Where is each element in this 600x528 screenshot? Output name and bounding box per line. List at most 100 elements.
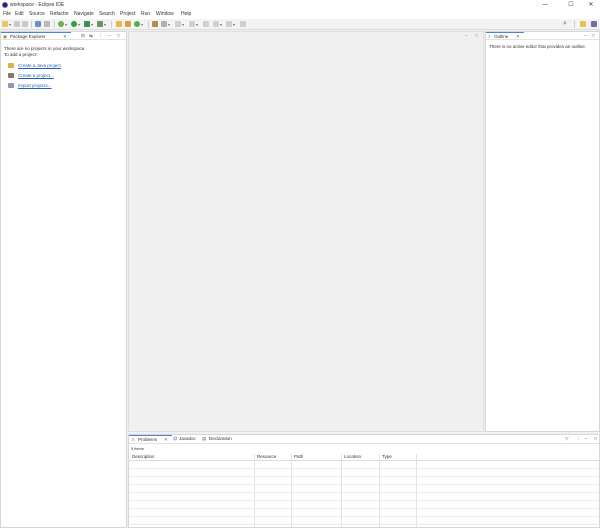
menu-help[interactable]: Help [181,11,191,17]
close-icon[interactable]: ✕ [63,33,67,40]
column-header-path[interactable]: Path [294,454,303,460]
chevron-down-icon[interactable]: ▾ [65,22,67,27]
package-explorer-tab-label: Package Explorer [10,34,46,39]
chevron-down-icon[interactable]: ▾ [78,22,80,27]
package-explorer-tab-header: ▣ Package Explorer ✕ ⊟ ⇆ ⋮ – □ [1,32,126,40]
toolbar-separator [148,21,149,28]
minimize-view-icon[interactable]: – [108,33,111,38]
tab-problems[interactable]: ⚠ Problems ✕ [129,435,172,443]
link-editor-icon[interactable]: ⇆ [89,33,93,39]
java-perspective-icon[interactable] [591,21,597,27]
view-menu-icon[interactable]: ⋮ [576,436,581,442]
no-projects-message: There are no projects in your workspace. [4,46,86,51]
previous-annotation-icon[interactable] [189,21,195,27]
maximize-editor-icon[interactable]: □ [475,33,478,38]
chevron-down-icon[interactable]: ▾ [104,22,106,27]
tab-declaration[interactable]: ▤ Declaration [202,435,242,443]
tab-outline[interactable]: ≡ Outline ✕ [486,32,524,39]
problems-tab-label: Problems [138,437,158,442]
close-icon[interactable]: ✕ [516,33,520,40]
new-package-icon[interactable] [125,21,131,27]
new-class-icon[interactable] [134,21,140,27]
tab-package-explorer[interactable]: ▣ Package Explorer ✕ [1,32,71,39]
minimize-view-icon[interactable]: – [585,436,588,441]
menu-search[interactable]: Search [99,11,115,17]
no-outline-message: There is no active editor that provides … [489,44,587,49]
import-projects-link[interactable]: Import projects... [18,83,52,88]
pin-editor-icon[interactable] [240,21,246,27]
save-all-icon[interactable] [22,21,28,27]
external-tools-icon[interactable] [97,21,103,27]
outline-tab-header: ≡ Outline ✕ – □ [486,32,599,40]
next-annotation-icon[interactable] [175,21,181,27]
menu-refactor[interactable]: Refactor [50,11,69,17]
maximize-view-icon[interactable]: □ [594,436,597,441]
maximize-button[interactable]: ☐ [562,0,580,10]
create-project-link[interactable]: Create a project... [18,73,54,78]
last-edit-location-icon[interactable] [203,21,209,27]
menu-source[interactable]: Source [29,11,45,17]
chevron-down-icon[interactable]: ▾ [91,22,93,27]
minimize-button[interactable]: — [536,0,554,10]
forward-icon[interactable] [226,21,232,27]
menu-navigate[interactable]: Navigate [74,11,94,17]
chevron-down-icon[interactable]: ▾ [220,22,222,27]
create-java-project-link[interactable]: Create a Java project [18,63,61,68]
add-project-hint: To add a project: [4,52,38,57]
menu-edit[interactable]: Edit [15,11,24,17]
chevron-down-icon[interactable]: ▾ [182,22,184,27]
chevron-down-icon[interactable]: ▾ [141,22,143,27]
chevron-down-icon[interactable]: ▾ [233,22,235,27]
table-row [129,476,599,477]
table-row [129,508,599,509]
menu-project[interactable]: Project [120,11,136,17]
menu-window[interactable]: Window [156,11,174,17]
column-header-location[interactable]: Location [344,454,361,460]
search-icon[interactable]: ⌕ [563,20,567,28]
toolbar-separator [574,21,575,28]
coverage-icon[interactable] [84,21,90,27]
toolbar-separator [54,21,55,28]
collapse-all-icon[interactable]: ⊟ [81,33,85,39]
tab-javadoc[interactable]: @ Javadoc [173,435,201,443]
package-explorer-view: ▣ Package Explorer ✕ ⊟ ⇆ ⋮ – □ There are… [0,31,127,528]
minimize-view-icon[interactable]: – [584,33,587,38]
new-icon[interactable] [2,21,8,27]
column-header-type[interactable]: Type [382,454,392,460]
outline-view: ≡ Outline ✕ – □ There is no active edito… [485,31,600,432]
open-type-icon[interactable] [152,21,158,27]
chevron-down-icon[interactable]: ▾ [196,22,198,27]
menu-run[interactable]: Run [141,11,150,17]
declaration-tab-label: Declaration [209,436,232,441]
minimize-editor-icon[interactable]: – [465,33,468,38]
title-bar: workspace - Eclipse IDE — ☐ ✕ [0,0,600,10]
new-java-project-icon[interactable] [116,21,122,27]
view-menu-icon[interactable]: ⋮ [98,33,103,39]
new-project-icon [8,73,14,78]
open-perspective-icon[interactable] [580,21,586,27]
back-icon[interactable] [213,21,219,27]
filter-icon[interactable]: ▽ [565,436,568,442]
search-toolbar-icon[interactable] [161,21,167,27]
menu-file[interactable]: File [3,11,11,17]
import-icon [8,83,14,88]
column-header-resource[interactable]: Resource [257,454,276,460]
main-toolbar: ▾ ▾ ▾ ▾ ▾ ▾ ▾ ▾ ▾ ▾ ▾ ⌕ [0,19,600,30]
save-icon[interactable] [14,21,20,27]
chevron-down-icon[interactable]: ▾ [9,22,11,27]
debug-icon[interactable] [58,21,64,27]
window-title: workspace - Eclipse IDE [10,2,65,8]
toolbar-separator [111,21,112,28]
javadoc-icon: @ [173,436,178,441]
close-window-button[interactable]: ✕ [582,0,600,10]
column-header-description[interactable]: Description [132,454,155,460]
terminal-icon[interactable] [35,21,41,27]
chevron-down-icon[interactable]: ▾ [168,22,170,27]
maximize-view-icon[interactable]: □ [592,33,595,38]
problems-icon: ⚠ [131,437,136,442]
run-icon[interactable] [71,21,77,27]
maximize-view-icon[interactable]: □ [117,33,120,38]
close-icon[interactable]: ✕ [164,436,168,444]
table-row [129,484,599,485]
skip-breakpoints-icon[interactable] [44,21,50,27]
